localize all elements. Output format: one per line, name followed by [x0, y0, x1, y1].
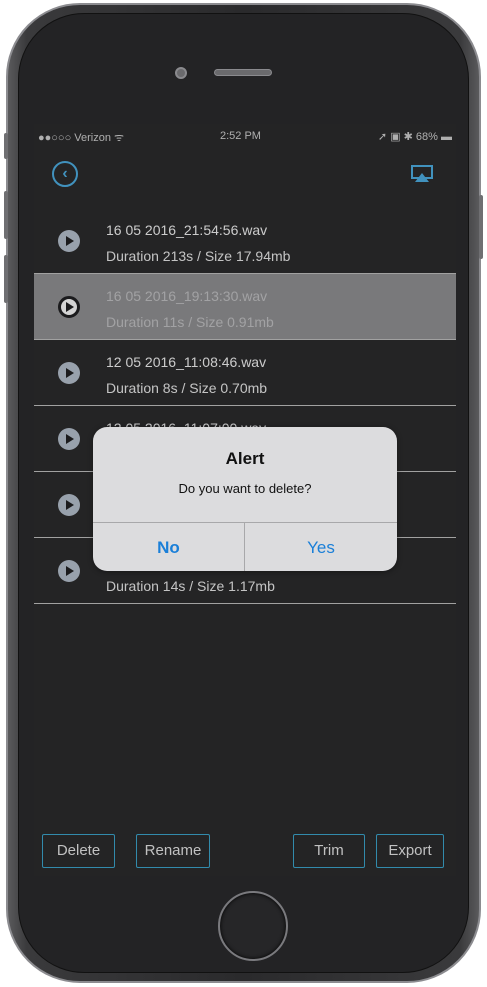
- power-button: [479, 195, 483, 259]
- alert-actions: No Yes: [93, 522, 397, 571]
- app-screen: ●●○○○ Verizon ᯤ 2:52 PM ➚ ▣ ✱ 68% ▬ ‹ 16…: [34, 124, 456, 876]
- mute-switch: [4, 133, 8, 159]
- delete-alert-dialog: Alert Do you want to delete? No Yes: [93, 427, 397, 571]
- home-button[interactable]: [218, 891, 288, 961]
- volume-up-button: [4, 191, 8, 239]
- volume-down-button: [4, 255, 8, 303]
- earpiece-speaker: [214, 69, 272, 76]
- alert-yes-button[interactable]: Yes: [245, 523, 397, 571]
- front-camera: [175, 67, 187, 79]
- alert-no-button[interactable]: No: [93, 523, 245, 571]
- alert-title: Alert: [225, 449, 265, 468]
- alert-message: Do you want to delete?: [178, 481, 312, 496]
